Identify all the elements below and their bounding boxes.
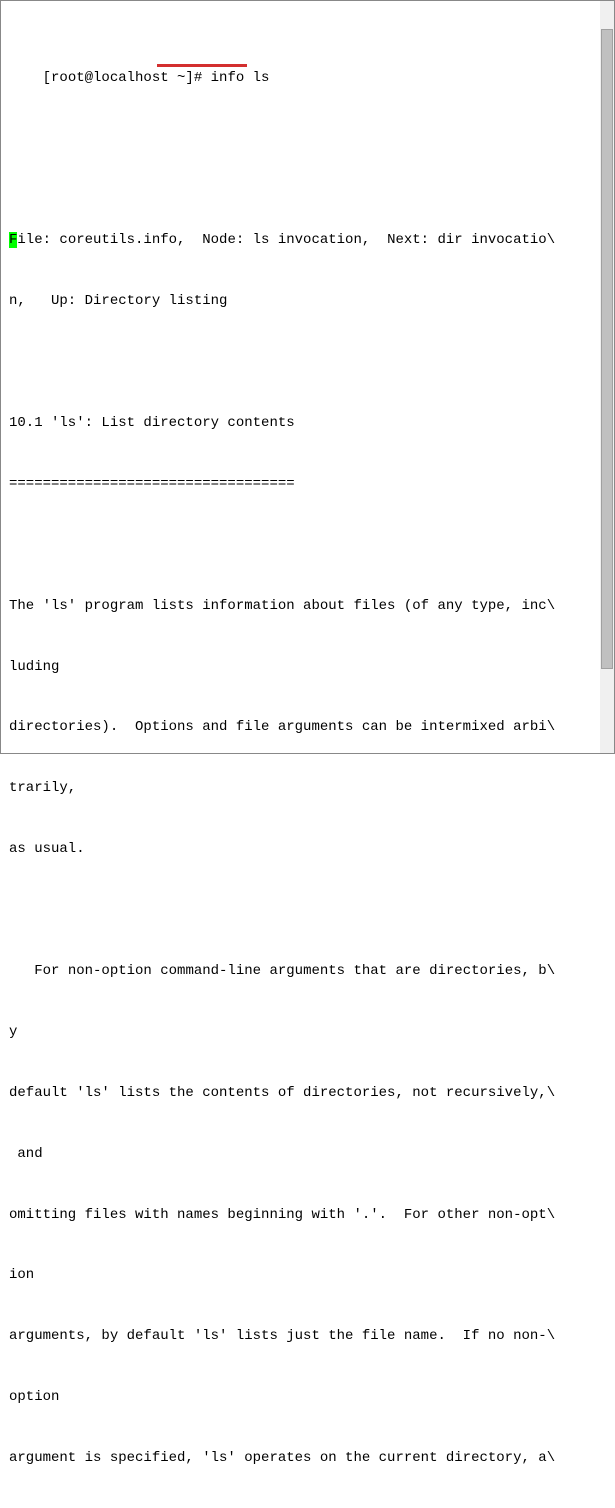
blank-line <box>9 352 606 372</box>
blank-line <box>9 169 606 189</box>
scrollbar-track[interactable] <box>600 1 614 753</box>
body-text: The 'ls' program lists information about… <box>9 596 606 616</box>
body-text: argument is specified, 'ls' operates on … <box>9 1448 606 1468</box>
blank-line <box>9 535 606 555</box>
body-text: ion <box>9 1265 606 1285</box>
section-title: 10.1 'ls': List directory contents <box>9 413 606 433</box>
entered-command: info ls <box>202 70 269 86</box>
blank-line <box>9 900 606 920</box>
terminal-viewport[interactable]: [root@localhost ~]# info ls File: coreut… <box>1 1 614 1508</box>
body-text: trarily, <box>9 778 606 798</box>
body-text: option <box>9 1387 606 1407</box>
info-header-line-2: n, Up: Directory listing <box>9 291 606 311</box>
scrollbar-thumb[interactable] <box>601 29 613 669</box>
body-text: directories). Options and file arguments… <box>9 717 606 737</box>
body-text: y <box>9 1022 606 1042</box>
command-prompt-line: [root@localhost ~]# info ls <box>9 48 606 129</box>
header-text: ile: coreutils.info, Node: ls invocation… <box>17 232 555 248</box>
body-text: omitting files with names beginning with… <box>9 1205 606 1225</box>
body-text: For non-option command-line arguments th… <box>9 961 606 981</box>
body-text: as usual. <box>9 839 606 859</box>
body-text: and <box>9 1144 606 1164</box>
shell-prompt: [root@localhost ~]# <box>43 70 203 86</box>
annotation-underline <box>157 64 247 67</box>
section-underline: ================================== <box>9 474 606 494</box>
body-text: default 'ls' lists the contents of direc… <box>9 1083 606 1103</box>
info-header-line: File: coreutils.info, Node: ls invocatio… <box>9 230 606 250</box>
body-text: arguments, by default 'ls' lists just th… <box>9 1326 606 1346</box>
body-text: luding <box>9 657 606 677</box>
